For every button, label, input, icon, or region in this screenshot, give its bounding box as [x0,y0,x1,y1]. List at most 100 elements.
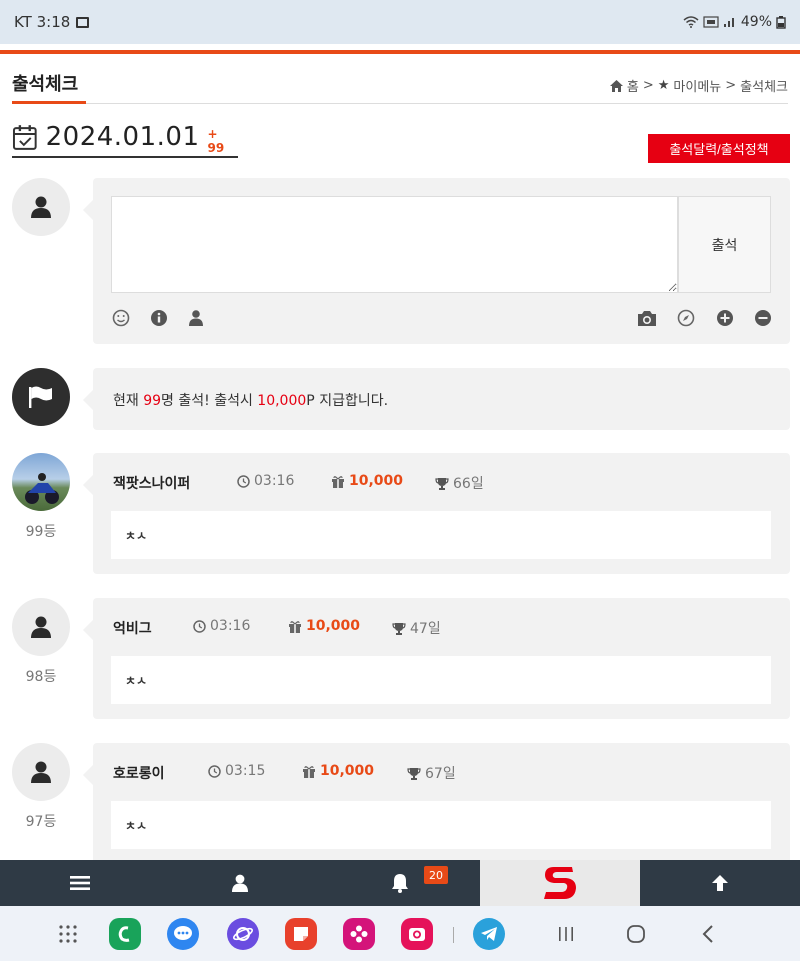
telegram-app-icon[interactable] [473,918,505,950]
notes-app-icon[interactable] [285,918,317,950]
image-notification-icon [76,16,90,28]
entry-days: 67일 [407,763,456,783]
entry-time: 03:16 [193,618,250,634]
status-bar: KT 3:18 49% [0,0,800,44]
entry-days: 47일 [392,618,441,638]
trophy-icon [392,622,406,635]
plus-circle-icon[interactable] [715,308,735,328]
site-logo-icon [544,867,576,899]
breadcrumb-separator: > [725,78,737,93]
internet-app-icon[interactable] [227,918,259,950]
motorcycle-photo [25,473,59,504]
page-title: 출석체크 [12,74,79,95]
attendance-comment-input[interactable] [111,196,678,293]
clock-icon [208,764,221,778]
entry-points: 10,000 [331,473,403,489]
calendar-check-icon [12,124,37,150]
avatar[interactable] [12,743,70,801]
attendance-date: 2024.01.01 [45,121,200,152]
user-icon [232,874,248,892]
entry-rank: 99등 [25,524,57,540]
back-button[interactable] [694,920,722,948]
user-icon [31,196,51,218]
notification-count-badge: 20 [424,866,448,884]
camera-icon[interactable] [637,308,657,328]
clock-icon [237,474,250,488]
site-logo-button[interactable] [480,860,640,906]
avatar [12,178,70,236]
gift-icon [289,620,301,633]
attendance-count: 99 [143,393,162,409]
app-drawer-icon[interactable] [54,920,82,948]
entry-time: 03:15 [208,763,265,779]
user-avatar-photo[interactable] [12,453,70,511]
trophy-icon [407,767,421,780]
scroll-top-button[interactable] [640,860,800,906]
gift-icon [303,765,315,778]
breadcrumb: 홈 > ★ 마이메뉴 > 출석체크 [609,76,788,95]
entry-points: 10,000 [302,763,374,779]
header-accent-line [0,50,800,54]
android-navigation-bar [0,906,800,961]
breadcrumb-separator: > [642,78,654,93]
notifications-button[interactable] [320,860,480,906]
attendance-plus-count: + 99 [207,126,225,155]
attendance-points: 10,000 [257,393,307,409]
calendar-policy-button[interactable]: 출석달력/출석정책 [648,134,790,163]
signal-icon [723,18,734,27]
attendance-entry: 잭팟스나이퍼 03:16 10,000 66일 ㅊㅅ [83,453,790,574]
gift-icon [332,475,344,488]
entry-nickname[interactable]: 호로롱이 [113,763,165,783]
home-icon [609,79,623,92]
entry-time: 03:16 [237,473,294,489]
wifi-icon [683,16,699,28]
carrier-time: KT 3:18 [14,13,71,31]
flag-icon [29,386,52,408]
home-button[interactable] [622,920,650,948]
my-account-button[interactable] [160,860,320,906]
entry-points: 10,000 [288,618,360,634]
star-icon: ★ [657,78,670,93]
breadcrumb-current: 출석체크 [740,80,788,95]
lte-icon [703,16,719,28]
arrow-up-icon [712,875,728,891]
notice-card: 현재 99명 출석! 출석시 10,000P 지급합니다. [83,368,790,430]
menu-button[interactable] [0,860,160,906]
gallery-app-icon[interactable] [343,918,375,950]
battery-percent: 49% [740,14,772,30]
bell-icon [392,874,408,893]
minus-circle-icon[interactable] [753,308,773,328]
emoticon-icon[interactable] [111,308,131,328]
notice-avatar [12,368,70,426]
attendance-entry: 호로롱이 03:15 10,000 67일 ㅊㅅ [83,743,790,864]
entry-rank: 98등 [25,669,57,685]
trophy-icon [435,477,449,490]
attendance-submit-button[interactable]: 출석 [678,196,771,293]
date-header: 2024.01.01 + 99 [12,117,238,158]
user-icon[interactable] [186,308,206,328]
entry-nickname[interactable]: 억비그 [113,618,152,638]
camera-app-icon[interactable] [401,918,433,950]
recent-apps-button[interactable] [552,920,580,948]
compose-toolbar [111,308,771,330]
breadcrumb-mymenu[interactable]: 마이메뉴 [673,76,721,95]
hamburger-icon [70,876,90,890]
dock-divider [453,927,454,943]
attendance-notice: 현재 99명 출석! 출석시 10,000P 지급합니다. [113,393,389,409]
user-icon [31,616,51,638]
phone-app-icon[interactable] [109,918,141,950]
avatar[interactable] [12,598,70,656]
messages-app-icon[interactable] [167,918,199,950]
compose-card: 출석 [83,178,790,344]
entry-rank: 97등 [25,814,57,830]
clock-icon [193,619,206,633]
user-icon [31,761,51,783]
entry-message: ㅊㅅ [111,801,771,849]
entry-message: ㅊㅅ [111,511,771,559]
entry-nickname[interactable]: 잭팟스나이퍼 [113,473,190,493]
entry-days: 66일 [435,473,484,493]
info-icon[interactable] [149,308,169,328]
breadcrumb-home[interactable]: 홈 [627,76,639,95]
compass-icon[interactable] [676,308,696,328]
battery-icon [776,15,786,29]
